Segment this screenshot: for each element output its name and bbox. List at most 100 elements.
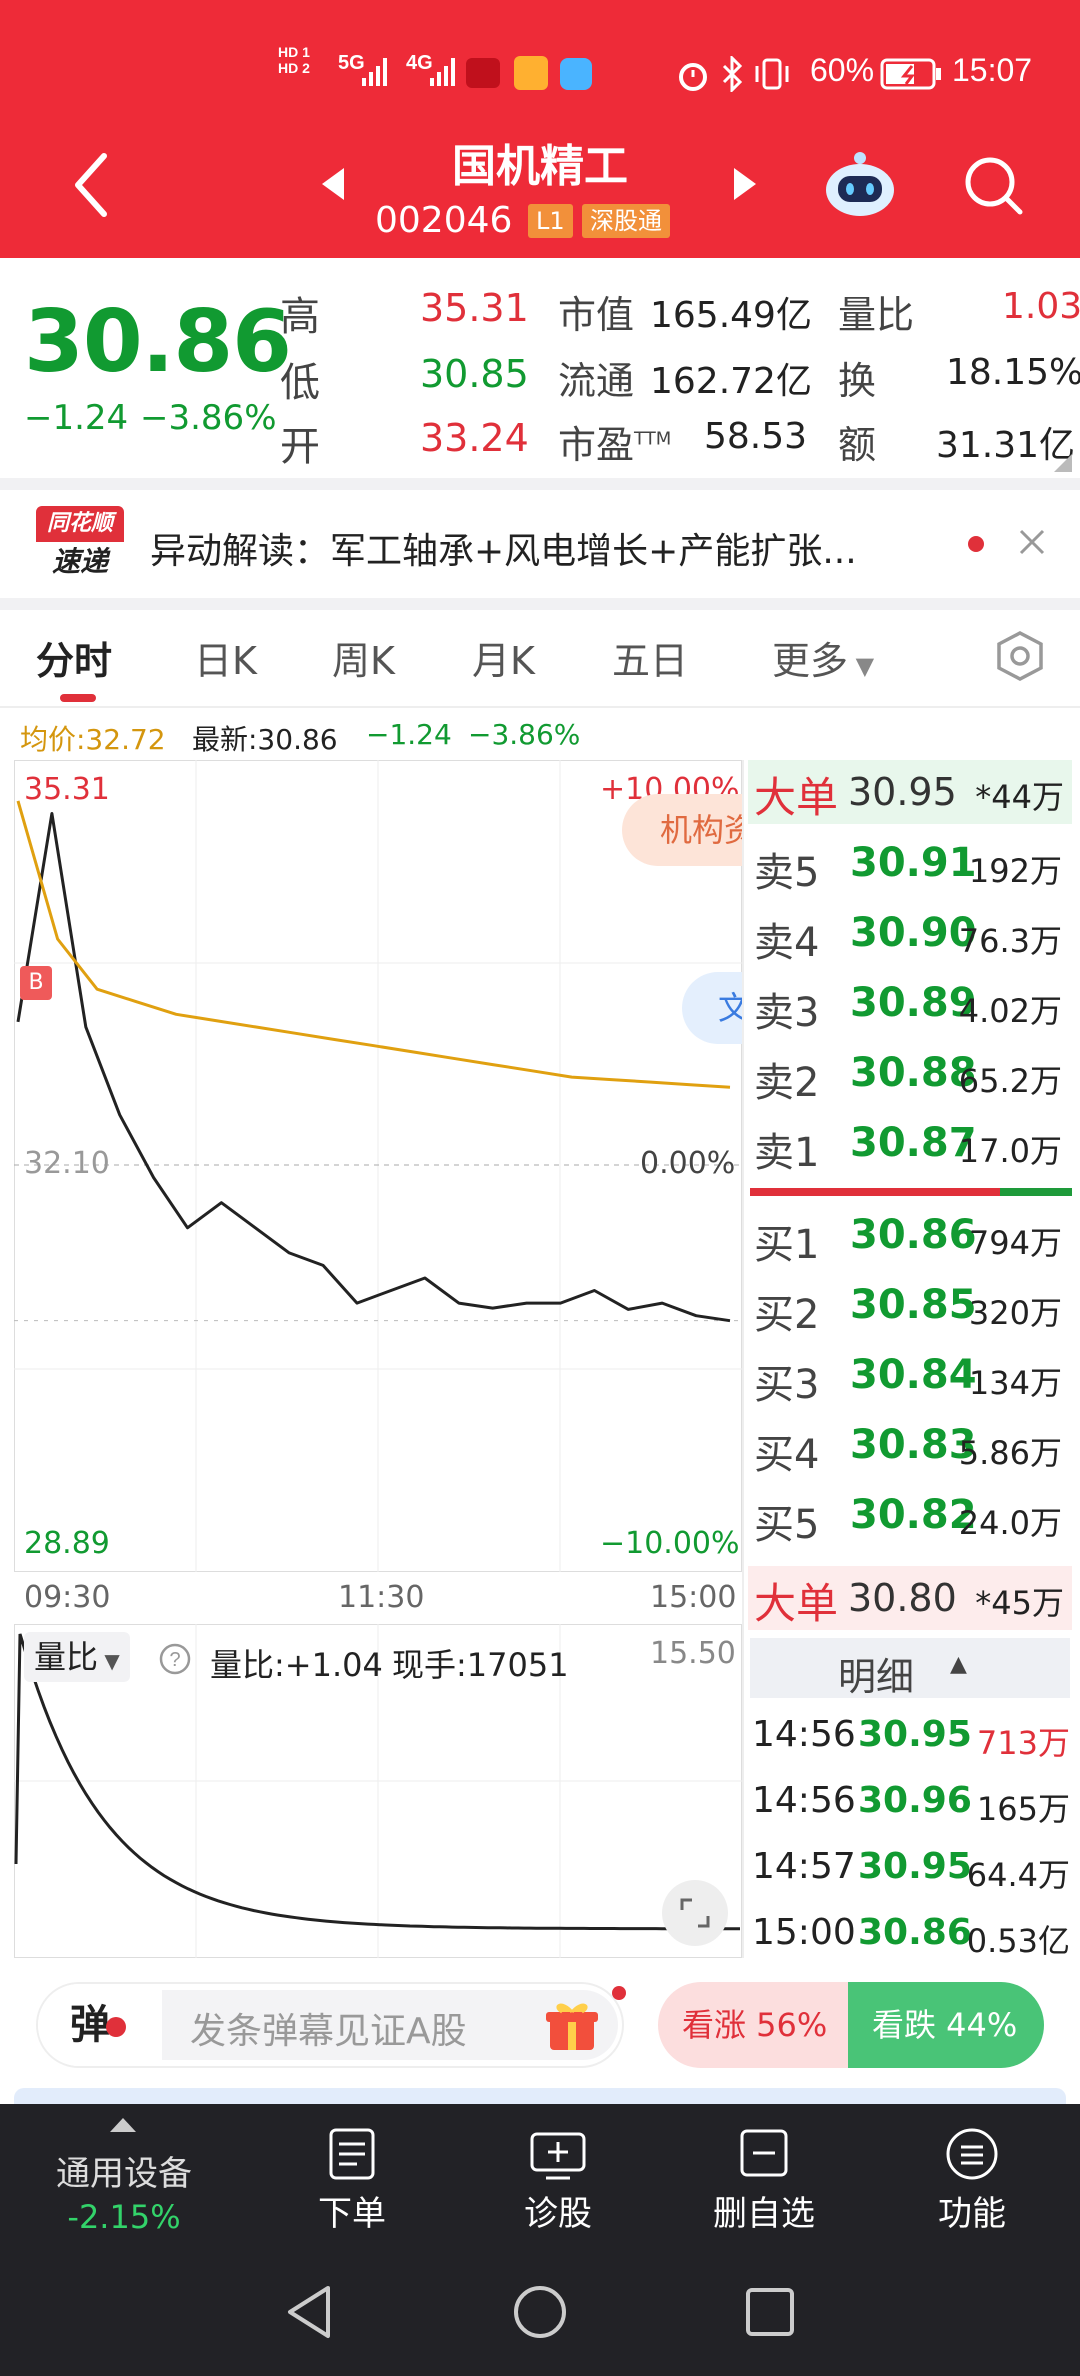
back-arrow-icon[interactable]: [70, 150, 110, 220]
ask-row[interactable]: 卖2 30.88 65.2万: [748, 1042, 1068, 1108]
tab-monthly-k[interactable]: 月K: [472, 630, 535, 685]
bid-row[interactable]: 买4 30.83 5.86万: [748, 1414, 1068, 1480]
sell-strength-bar: [1000, 1188, 1072, 1196]
next-stock-icon[interactable]: [730, 166, 760, 202]
level-price: 30.91: [850, 840, 977, 886]
hd-indicator: HD 1 HD 2: [278, 44, 310, 76]
gift-icon[interactable]: [544, 1998, 600, 2054]
nav-diagnose[interactable]: 诊股: [478, 2126, 638, 2235]
danmu-icon[interactable]: 弹: [38, 1984, 158, 2066]
network-5g: 5G: [338, 52, 365, 74]
trade-volume: 713万: [976, 1724, 1070, 1762]
app-header: HD 1 HD 2 5G 4G 60% 15:07 国机精工 002046 L1 …: [0, 0, 1080, 258]
nav-function[interactable]: 功能: [892, 2126, 1052, 2235]
tab-intraday[interactable]: 分时: [36, 630, 112, 685]
big-sell-row[interactable]: 大单 30.95 *44万: [748, 760, 1072, 824]
institution-tag[interactable]: 机构资: [622, 794, 742, 866]
avg-price-line: [16, 800, 731, 1089]
tab-daily-k[interactable]: 日K: [194, 630, 257, 685]
trade-time: 14:56: [752, 1714, 856, 1755]
trade-detail-row[interactable]: 14:56 30.95 713万: [752, 1706, 1070, 1766]
fullscreen-button[interactable]: [662, 1880, 728, 1946]
pe-value: 58.53: [704, 416, 808, 457]
level-price: 30.85: [850, 1282, 977, 1328]
order-document-icon: [329, 2128, 375, 2180]
nav-order[interactable]: 下单: [272, 2126, 432, 2235]
buy-marker[interactable]: B: [20, 966, 52, 1000]
battery-icon: [880, 58, 941, 90]
trade-detail-row[interactable]: 15:00 30.86 0.53亿: [752, 1904, 1070, 1964]
open-label: 开: [280, 424, 320, 470]
system-back-icon[interactable]: [284, 2284, 334, 2340]
search-icon[interactable]: [962, 154, 1026, 218]
system-home-icon[interactable]: [512, 2284, 568, 2340]
trade-volume: 0.53亿: [966, 1922, 1070, 1960]
trade-detail-row[interactable]: 14:57 30.95 64.4万: [752, 1838, 1070, 1898]
vol-ratio-value: 1.03: [1002, 286, 1080, 327]
vote-down-button[interactable]: 看跌 44%: [848, 1982, 1044, 2068]
danmu-bar[interactable]: 弹 发条弹幕见证A股: [36, 1982, 626, 2068]
divider: [0, 598, 1080, 610]
tab-more[interactable]: 更多 ▼: [772, 630, 874, 685]
robot-assistant-icon[interactable]: [822, 146, 898, 222]
bid-row[interactable]: 买1 30.86 794万: [748, 1204, 1068, 1270]
level-volume: 24.0万: [958, 1504, 1062, 1542]
chevron-up-icon: ▲: [950, 1652, 967, 1677]
mcap-label: 市值: [558, 293, 635, 337]
expand-corner-icon[interactable]: [1054, 454, 1072, 472]
level-label: 卖3: [754, 990, 820, 1036]
mcap-value: 165.49亿: [650, 295, 812, 336]
news-text[interactable]: 异动解读：军工轴承+风电增长+产能扩张...: [150, 522, 857, 574]
level-price: 30.90: [850, 910, 977, 956]
current-price: 30.86: [24, 292, 292, 392]
settings-hexagon-icon[interactable]: [994, 630, 1046, 682]
level-label: 买1: [754, 1222, 820, 1268]
help-icon[interactable]: ?: [158, 1642, 192, 1676]
float-value: 162.72亿: [650, 361, 812, 402]
pct-axis-mid: 0.00%: [640, 1146, 736, 1181]
float-label: 流通: [558, 359, 635, 403]
stock-code: 002046: [375, 200, 513, 241]
turnover-label: 换: [838, 359, 877, 403]
trade-price: 30.95: [858, 1714, 972, 1755]
price-change-pct: −3.86%: [140, 398, 277, 438]
ask-row[interactable]: 卖5 30.91 192万: [748, 832, 1068, 898]
bid-row[interactable]: 买3 30.84 134万: [748, 1344, 1068, 1410]
low-label: 低: [280, 360, 320, 406]
trade-detail-row[interactable]: 14:56 30.96 165万: [752, 1772, 1070, 1832]
vote-up-button[interactable]: 看涨 56%: [658, 1982, 848, 2068]
ask-row[interactable]: 卖1 30.87 17.0万: [748, 1112, 1068, 1178]
divider: [0, 706, 1080, 708]
intraday-price-chart[interactable]: [14, 760, 742, 1572]
big-buy-row[interactable]: 大单 30.80 *45万: [748, 1566, 1072, 1630]
network-4g: 4G: [406, 52, 433, 74]
app-icon: [560, 58, 592, 90]
volume-ratio-value: 量比:+1.04: [210, 1646, 383, 1684]
nav-remove-watchlist[interactable]: 删自选: [684, 2126, 844, 2235]
signal-icon: [362, 58, 387, 86]
tab-five-day[interactable]: 五日: [612, 630, 688, 685]
amount-label: 额: [838, 423, 877, 467]
volume-indicator-select[interactable]: 量比 ▼: [24, 1632, 130, 1682]
svg-text:?: ?: [169, 1649, 180, 1671]
bid-row[interactable]: 买5 30.82 24.0万: [748, 1484, 1068, 1550]
level-label: 买3: [754, 1362, 820, 1408]
ask-row[interactable]: 卖3 30.89 4.02万: [748, 972, 1068, 1038]
chevron-down-icon: ▼: [848, 652, 875, 680]
prev-stock-icon[interactable]: [318, 166, 348, 202]
level-label: 卖5: [754, 850, 820, 896]
tab-weekly-k[interactable]: 周K: [332, 630, 395, 685]
close-icon[interactable]: [1018, 528, 1046, 556]
divider: [742, 760, 744, 1958]
taobao-icon: [514, 56, 548, 90]
detail-header[interactable]: 明细 ▲: [750, 1638, 1070, 1699]
level-label: 买5: [754, 1502, 820, 1548]
system-recents-icon[interactable]: [744, 2286, 796, 2338]
bluetooth-icon: [722, 56, 743, 92]
bid-row[interactable]: 买2 30.85 320万: [748, 1274, 1068, 1340]
sector-name[interactable]: 通用设备: [40, 2146, 208, 2195]
ask-row[interactable]: 卖4 30.90 76.3万: [748, 902, 1068, 968]
level-price: 30.83: [850, 1422, 977, 1468]
level-label: 卖1: [754, 1130, 820, 1176]
trade-price: 30.95: [858, 1846, 972, 1887]
